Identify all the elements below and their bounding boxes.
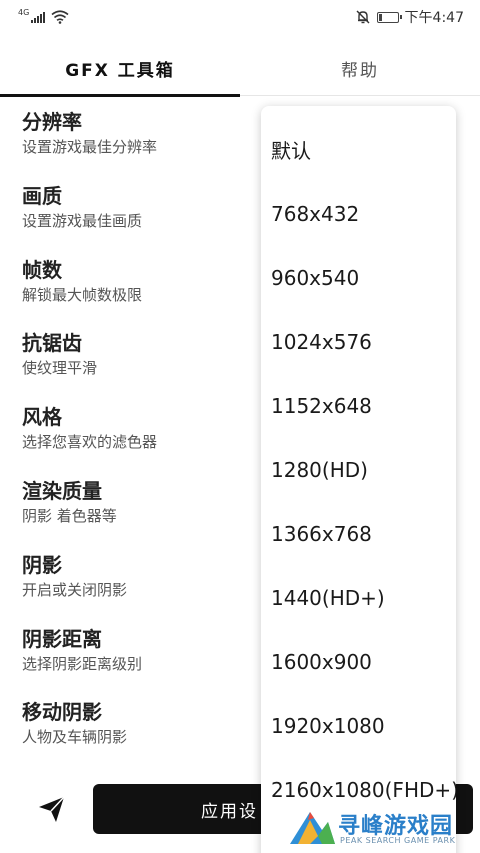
send-icon[interactable] [34, 792, 68, 826]
status-left: 4G [18, 7, 69, 24]
dropdown-option[interactable]: 960x540 [261, 246, 456, 310]
tab-gfx-toolbox[interactable]: GFX 工具箱 [0, 40, 240, 97]
mountain-logo-icon [290, 812, 335, 844]
signal-icon [31, 11, 46, 23]
dropdown-option-default[interactable]: 默认 [261, 106, 456, 182]
dropdown-option[interactable]: 1600x900 [261, 630, 456, 694]
status-bar: 4G 下午4:47 [0, 0, 480, 34]
battery-icon [376, 11, 402, 23]
watermark-subtitle: PEAK SEARCH GAME PARK [340, 836, 456, 845]
dropdown-option[interactable]: 1152x648 [261, 374, 456, 438]
dropdown-option[interactable]: 1366x768 [261, 502, 456, 566]
status-time: 下午4:47 [404, 10, 464, 26]
tab-help[interactable]: 帮助 [240, 40, 480, 96]
dropdown-option[interactable]: 1280(HD) [261, 438, 456, 502]
dropdown-option[interactable]: 1024x576 [261, 310, 456, 374]
watermark: 寻峰游戏园 PEAK SEARCH GAME PARK [288, 806, 478, 850]
wifi-icon [51, 10, 69, 24]
network-type: 4G [18, 7, 30, 17]
resolution-dropdown: 默认 768x432 960x540 1024x576 1152x648 128… [261, 106, 456, 853]
status-right: 下午4:47 [355, 7, 464, 27]
bell-off-icon [356, 10, 370, 24]
apply-settings-label: 应用设 [201, 801, 258, 822]
dropdown-option[interactable]: 768x432 [261, 182, 456, 246]
tab-bar: GFX 工具箱 帮助 [0, 40, 480, 97]
dropdown-option[interactable]: 1920x1080 [261, 694, 456, 758]
dropdown-option[interactable]: 1440(HD+) [261, 566, 456, 630]
